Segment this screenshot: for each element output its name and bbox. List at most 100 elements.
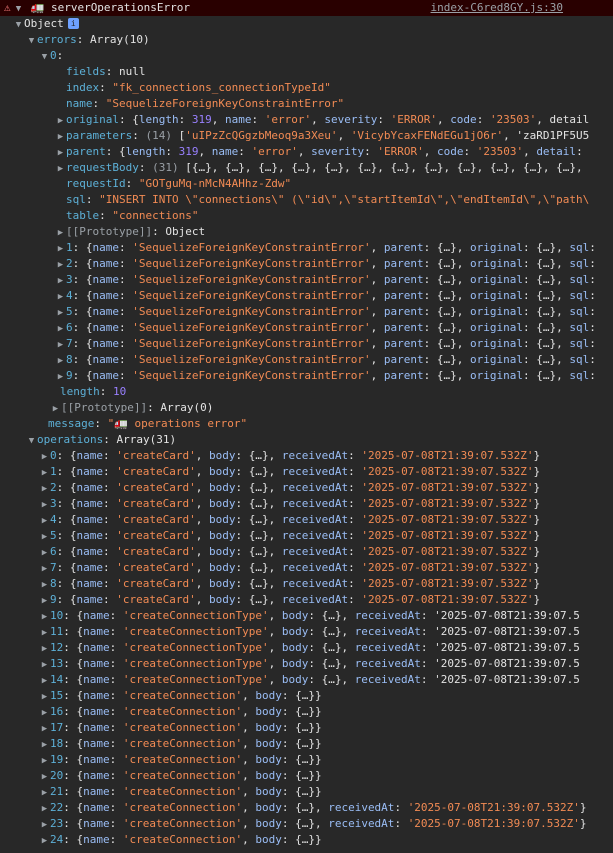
expand-closed-icon[interactable]: ▶	[55, 305, 66, 320]
operation-row[interactable]: ▶ 21: {name: 'createConnection', body: {……	[0, 784, 613, 800]
errors-prototype-row[interactable]: ▶ [[Prototype]]: Array(0)	[0, 400, 613, 416]
request-body-value: (31) [{…}, {…}, {…}, {…}, {…}, {…}, {…},…	[152, 161, 583, 174]
expand-closed-icon[interactable]: ▶	[50, 401, 61, 416]
expand-closed-icon[interactable]: ▶	[55, 353, 66, 368]
info-icon[interactable]: i	[67, 18, 79, 29]
operation-row[interactable]: ▶ 6: {name: 'createCard', body: {…}, rece…	[0, 544, 613, 560]
expand-closed-icon[interactable]: ▶	[39, 641, 50, 656]
operation-row[interactable]: ▶ 1: {name: 'createCard', body: {…}, rece…	[0, 464, 613, 480]
error-row[interactable]: ▶ 8: {name: 'SequelizeForeignKeyConstrain…	[0, 352, 613, 368]
expand-closed-icon[interactable]: ▶	[55, 369, 66, 384]
prop-prototype[interactable]: ▶ [[Prototype]]: Object	[0, 224, 613, 240]
error-row[interactable]: ▶ 5: {name: 'SequelizeForeignKeyConstrain…	[0, 304, 613, 320]
expand-closed-icon[interactable]: ▶	[39, 833, 50, 848]
operation-row[interactable]: ▶ 11: {name: 'createConnectionType', body…	[0, 624, 613, 640]
object-row[interactable]: ▼ Object i	[0, 16, 613, 32]
operation-row[interactable]: ▶ 8: {name: 'createCard', body: {…}, rece…	[0, 576, 613, 592]
error-row[interactable]: ▶ 4: {name: 'SequelizeForeignKeyConstrain…	[0, 288, 613, 304]
operation-row[interactable]: ▶ 18: {name: 'createConnection', body: {……	[0, 736, 613, 752]
operation-row[interactable]: ▶ 0: {name: 'createCard', body: {…}, rece…	[0, 448, 613, 464]
operation-row[interactable]: ▶ 2: {name: 'createCard', body: {…}, rece…	[0, 480, 613, 496]
expand-closed-icon[interactable]: ▶	[55, 241, 66, 256]
expand-closed-icon[interactable]: ▶	[39, 593, 50, 608]
expand-closed-icon[interactable]: ▶	[39, 625, 50, 640]
operation-row[interactable]: ▶ 24: {name: 'createConnection', body: {……	[0, 832, 613, 848]
operations-row[interactable]: ▼ operations: Array(31)	[0, 432, 613, 448]
operation-row[interactable]: ▶ 22: {name: 'createConnection', body: {……	[0, 800, 613, 816]
expand-closed-icon[interactable]: ▶	[55, 321, 66, 336]
error-row[interactable]: ▶ 7: {name: 'SequelizeForeignKeyConstrain…	[0, 336, 613, 352]
operation-row[interactable]: ▶ 16: {name: 'createConnection', body: {……	[0, 704, 613, 720]
operation-row[interactable]: ▶ 19: {name: 'createConnection', body: {……	[0, 752, 613, 768]
error-0-key: 0	[50, 49, 57, 62]
expand-closed-icon[interactable]: ▶	[55, 289, 66, 304]
expand-closed-icon[interactable]: ▶	[55, 129, 66, 144]
expand-closed-icon[interactable]: ▶	[39, 465, 50, 480]
expand-closed-icon[interactable]: ▶	[39, 689, 50, 704]
prop-parameters[interactable]: ▶ parameters: (14) ['uIPzZcQGgzbMeoq9a3Xe…	[0, 128, 613, 144]
operation-row[interactable]: ▶ 5: {name: 'createCard', body: {…}, rece…	[0, 528, 613, 544]
operation-row[interactable]: ▶ 14: {name: 'createConnectionType', body…	[0, 672, 613, 688]
error-0-row[interactable]: ▼ 0:	[0, 48, 613, 64]
expand-closed-icon[interactable]: ▶	[55, 161, 66, 176]
expand-closed-icon[interactable]: ▶	[55, 113, 66, 128]
request-id-value: "GOTguMq-nMcN4AHhz-Zdw"	[138, 177, 292, 190]
prototype-key: [[Prototype]]	[66, 225, 153, 238]
error-row[interactable]: ▶ 6: {name: 'SequelizeForeignKeyConstrain…	[0, 320, 613, 336]
prop-original[interactable]: ▶ original: {length: 319, name: 'error', …	[0, 112, 613, 128]
expand-closed-icon[interactable]: ▶	[39, 705, 50, 720]
error-row[interactable]: ▶ 1: {name: 'SequelizeForeignKeyConstrain…	[0, 240, 613, 256]
operation-row[interactable]: ▶ 17: {name: 'createConnection', body: {……	[0, 720, 613, 736]
error-row-value: {name: 'SequelizeForeignKeyConstraintErr…	[85, 321, 596, 334]
expand-closed-icon[interactable]: ▶	[39, 657, 50, 672]
expand-closed-icon[interactable]: ▶	[55, 145, 66, 160]
operation-row[interactable]: ▶ 3: {name: 'createCard', body: {…}, rece…	[0, 496, 613, 512]
expand-open-icon[interactable]: ▼	[13, 1, 24, 16]
operation-row[interactable]: ▶ 12: {name: 'createConnectionType', body…	[0, 640, 613, 656]
errors-length-row: length: 10	[60, 385, 127, 398]
expand-open-icon[interactable]: ▼	[26, 433, 37, 448]
errors-row[interactable]: ▼ errors: Array(10)	[0, 32, 613, 48]
error-title: serverOperationsError	[50, 1, 191, 14]
expand-closed-icon[interactable]: ▶	[39, 785, 50, 800]
expand-closed-icon[interactable]: ▶	[39, 577, 50, 592]
expand-closed-icon[interactable]: ▶	[39, 817, 50, 832]
error-row[interactable]: ▶ 3: {name: 'SequelizeForeignKeyConstrain…	[0, 272, 613, 288]
expand-closed-icon[interactable]: ▶	[55, 225, 66, 240]
expand-closed-icon[interactable]: ▶	[55, 273, 66, 288]
expand-closed-icon[interactable]: ▶	[55, 337, 66, 352]
expand-closed-icon[interactable]: ▶	[39, 481, 50, 496]
expand-closed-icon[interactable]: ▶	[39, 545, 50, 560]
operation-row[interactable]: ▶ 7: {name: 'createCard', body: {…}, rece…	[0, 560, 613, 576]
name-value: "SequelizeForeignKeyConstraintError"	[105, 97, 345, 110]
expand-closed-icon[interactable]: ▶	[39, 529, 50, 544]
operation-row[interactable]: ▶ 15: {name: 'createConnection', body: {……	[0, 688, 613, 704]
expand-closed-icon[interactable]: ▶	[55, 257, 66, 272]
operation-row[interactable]: ▶ 10: {name: 'createConnectionType', body…	[0, 608, 613, 624]
operation-row[interactable]: ▶ 13: {name: 'createConnectionType', body…	[0, 656, 613, 672]
expand-closed-icon[interactable]: ▶	[39, 721, 50, 736]
prop-parent[interactable]: ▶ parent: {length: 319, name: 'error', se…	[0, 144, 613, 160]
error-row[interactable]: ▶ 9: {name: 'SequelizeForeignKeyConstrain…	[0, 368, 613, 384]
expand-closed-icon[interactable]: ▶	[39, 449, 50, 464]
expand-open-icon[interactable]: ▼	[13, 17, 24, 32]
operation-row[interactable]: ▶ 20: {name: 'createConnection', body: {……	[0, 768, 613, 784]
expand-closed-icon[interactable]: ▶	[39, 561, 50, 576]
operation-row[interactable]: ▶ 9: {name: 'createCard', body: {…}, rece…	[0, 592, 613, 608]
operation-row[interactable]: ▶ 23: {name: 'createConnection', body: {……	[0, 816, 613, 832]
expand-closed-icon[interactable]: ▶	[39, 753, 50, 768]
prop-request-body[interactable]: ▶ requestBody: (31) [{…}, {…}, {…}, {…}, …	[0, 160, 613, 176]
expand-closed-icon[interactable]: ▶	[39, 673, 50, 688]
expand-open-icon[interactable]: ▼	[39, 49, 50, 64]
expand-closed-icon[interactable]: ▶	[39, 497, 50, 512]
expand-closed-icon[interactable]: ▶	[39, 801, 50, 816]
expand-open-icon[interactable]: ▼	[26, 33, 37, 48]
expand-closed-icon[interactable]: ▶	[39, 513, 50, 528]
expand-closed-icon[interactable]: ▶	[39, 769, 50, 784]
expand-closed-icon[interactable]: ▶	[39, 609, 50, 624]
source-link[interactable]: index-C6red8GY.js:30	[431, 0, 563, 16]
operation-row[interactable]: ▶ 4: {name: 'createCard', body: {…}, rece…	[0, 512, 613, 528]
error-row[interactable]: ▶ 2: {name: 'SequelizeForeignKeyConstrain…	[0, 256, 613, 272]
operation-row-value: {name: 'createConnection', body: {…}}	[76, 753, 322, 766]
expand-closed-icon[interactable]: ▶	[39, 737, 50, 752]
